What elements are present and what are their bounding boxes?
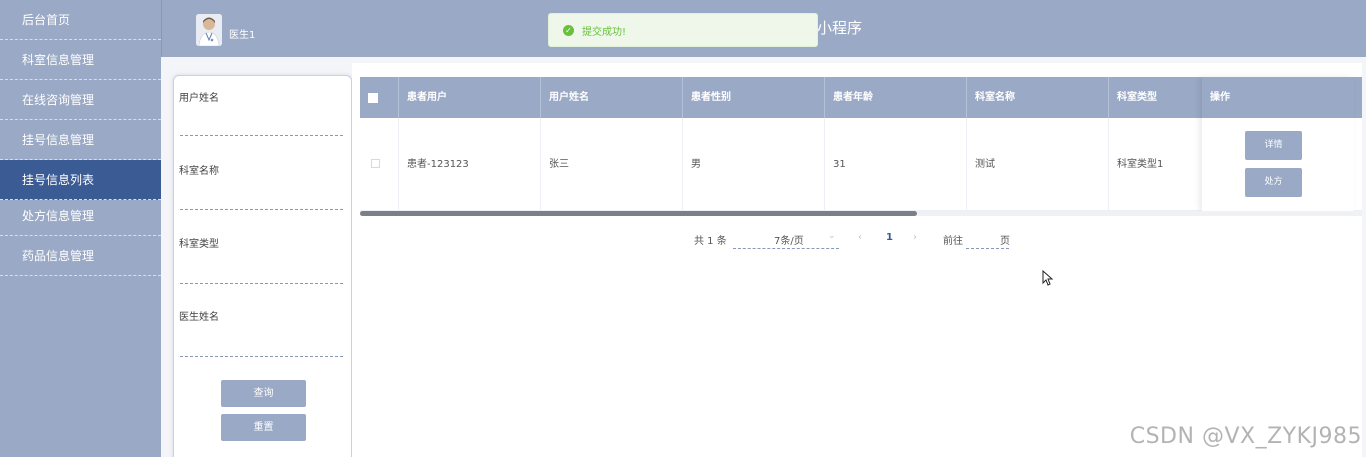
column-header[interactable]: 患者性别 bbox=[682, 77, 824, 118]
department-name-input[interactable] bbox=[180, 209, 343, 210]
row-select-cell bbox=[360, 118, 398, 211]
select-all-checkbox[interactable] bbox=[368, 93, 378, 103]
toast-message: 提交成功! bbox=[582, 26, 627, 38]
page-size-value: 7条/页 bbox=[774, 236, 804, 247]
pagination-total: 共 1 条 bbox=[694, 236, 727, 247]
table-cell: 患者-123123 bbox=[398, 118, 540, 211]
scrollbar-thumb[interactable] bbox=[360, 211, 917, 216]
row-checkbox[interactable] bbox=[371, 159, 380, 168]
sidebar-item-registration-list[interactable]: 挂号信息列表 bbox=[0, 160, 161, 200]
reset-button[interactable]: 重置 bbox=[221, 414, 306, 441]
page-number-current[interactable]: 1 bbox=[886, 232, 893, 243]
select-all-cell bbox=[360, 77, 398, 118]
column-header: 操作 bbox=[1202, 77, 1354, 118]
column-header[interactable]: 科室类型 bbox=[1108, 77, 1210, 118]
sidebar-item-consultation[interactable]: 在线咨询管理 bbox=[0, 80, 161, 120]
field-label-user-name: 用户姓名 bbox=[179, 93, 219, 104]
department-type-input[interactable] bbox=[180, 283, 343, 284]
sidebar-item-home[interactable]: 后台首页 bbox=[0, 0, 161, 40]
field-label-department-name: 科室名称 bbox=[179, 166, 219, 177]
watermark: CSDN @VX_ZYKJ985 bbox=[1129, 424, 1362, 449]
app-title: 小程序 bbox=[817, 19, 863, 37]
mouse-cursor-icon bbox=[1042, 270, 1054, 286]
sidebar-item-medicine[interactable]: 药品信息管理 bbox=[0, 236, 161, 276]
column-header[interactable]: 患者用户 bbox=[398, 77, 540, 118]
column-header[interactable]: 用户姓名 bbox=[540, 77, 682, 118]
sidebar-item-prescription[interactable]: 处方信息管理 bbox=[0, 196, 161, 236]
query-button[interactable]: 查询 bbox=[221, 380, 306, 407]
table-cell: 张三 bbox=[540, 118, 682, 211]
field-label-department-type: 科室类型 bbox=[179, 239, 219, 250]
table-cell: 31 bbox=[824, 118, 966, 211]
sidebar: 后台首页 科室信息管理 在线咨询管理 挂号信息管理 挂号信息列表 处方信息管理 … bbox=[0, 0, 161, 457]
sidebar-item-department[interactable]: 科室信息管理 bbox=[0, 40, 161, 80]
prev-page-icon[interactable]: ‹ bbox=[858, 232, 862, 243]
success-toast: ✓ 提交成功! bbox=[548, 13, 818, 47]
doctor-name-input[interactable] bbox=[180, 356, 343, 357]
chevron-down-icon: ⌄ bbox=[828, 231, 836, 241]
prescription-button[interactable]: 处方 bbox=[1245, 168, 1302, 197]
column-header[interactable]: 科室名称 bbox=[966, 77, 1108, 118]
doctor-avatar-icon bbox=[196, 14, 222, 46]
search-panel: 用户姓名 科室名称 科室类型 医生姓名 查询 重置 bbox=[173, 75, 352, 457]
page-size-select[interactable]: 7条/页 ⌄ bbox=[733, 226, 839, 249]
next-page-icon[interactable]: › bbox=[913, 232, 917, 243]
goto-suffix: 页 bbox=[1000, 236, 1010, 247]
table-cell: 科室类型1 bbox=[1108, 118, 1210, 211]
actions-column: 操作 详情 处方 bbox=[1202, 77, 1354, 211]
column-header[interactable]: 患者年龄 bbox=[824, 77, 966, 118]
user-name-input[interactable] bbox=[180, 135, 343, 136]
avatar[interactable] bbox=[196, 14, 222, 46]
table-cell: 男 bbox=[682, 118, 824, 211]
goto-label: 前往 bbox=[943, 236, 963, 247]
table-cell: 测试 bbox=[966, 118, 1108, 211]
check-circle-icon: ✓ bbox=[563, 24, 574, 36]
field-label-doctor-name: 医生姓名 bbox=[179, 312, 219, 323]
user-name[interactable]: 医生1 bbox=[229, 26, 255, 41]
horizontal-scrollbar[interactable] bbox=[360, 211, 1362, 216]
detail-button[interactable]: 详情 bbox=[1245, 131, 1302, 160]
main-content: 患者用户 用户姓名 患者性别 患者年龄 科室名称 科室类型 患者-123123 … bbox=[352, 63, 1362, 457]
sidebar-item-registration[interactable]: 挂号信息管理 bbox=[0, 120, 161, 160]
